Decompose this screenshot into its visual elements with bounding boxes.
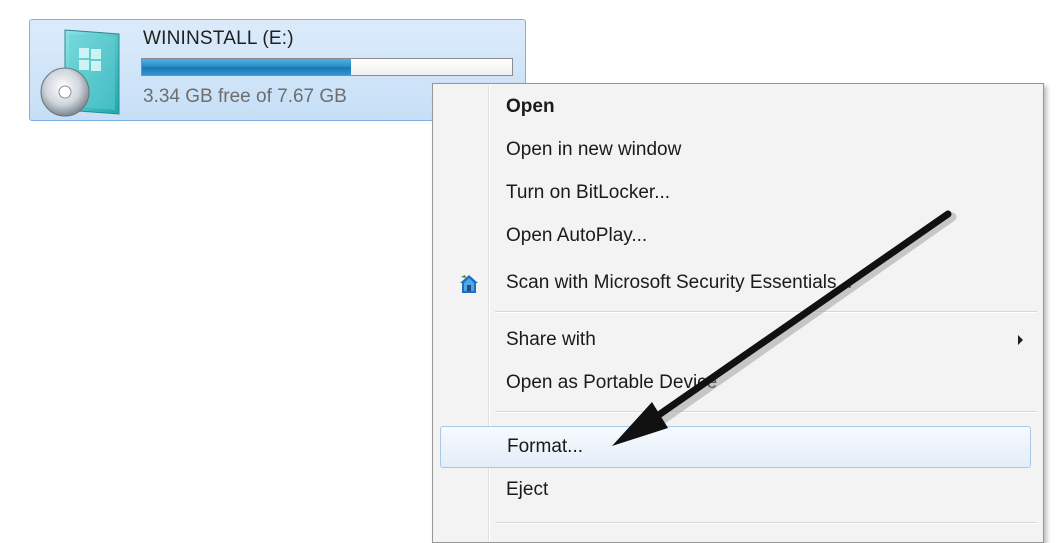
windows-install-disc-icon [40, 29, 120, 117]
menu-item-scan-security-essentials[interactable]: Scan with Microsoft Security Essentials.… [435, 264, 1041, 304]
menu-item-open-autoplay[interactable]: Open AutoPlay... [435, 217, 1041, 257]
menu-item-label: Format... [507, 436, 584, 457]
menu-item-label: Open in new window [506, 139, 682, 160]
security-essentials-icon [460, 275, 478, 293]
menu-separator [495, 311, 1037, 313]
menu-separator [495, 522, 1037, 524]
menu-item-format[interactable]: Format... [440, 426, 1031, 468]
context-menu: Open Open in new window Turn on BitLocke… [432, 83, 1044, 543]
menu-item-label: Share with [506, 329, 596, 350]
menu-item-label: Open [506, 96, 555, 117]
drive-name: WININSTALL (E:) [143, 28, 294, 49]
submenu-arrow-icon [1018, 335, 1023, 345]
menu-item-open-portable-device[interactable]: Open as Portable Device [435, 364, 1041, 404]
drive-free-space: 3.34 GB free of 7.67 GB [143, 86, 347, 107]
capacity-fill [142, 59, 352, 75]
menu-item-label: Open AutoPlay... [506, 225, 648, 246]
menu-item-turn-on-bitlocker[interactable]: Turn on BitLocker... [435, 174, 1041, 214]
menu-separator [495, 411, 1037, 413]
menu-item-label: Turn on BitLocker... [506, 182, 671, 203]
menu-item-open[interactable]: Open [435, 88, 1041, 128]
menu-item-label: Open as Portable Device [506, 372, 718, 393]
menu-item-eject[interactable]: Eject [435, 471, 1041, 511]
menu-item-label: Scan with Microsoft Security Essentials.… [506, 272, 853, 293]
capacity-bar [141, 58, 513, 76]
menu-item-open-new-window[interactable]: Open in new window [435, 131, 1041, 171]
menu-item-label: Eject [506, 479, 549, 500]
menu-item-share-with[interactable]: Share with [435, 321, 1041, 361]
